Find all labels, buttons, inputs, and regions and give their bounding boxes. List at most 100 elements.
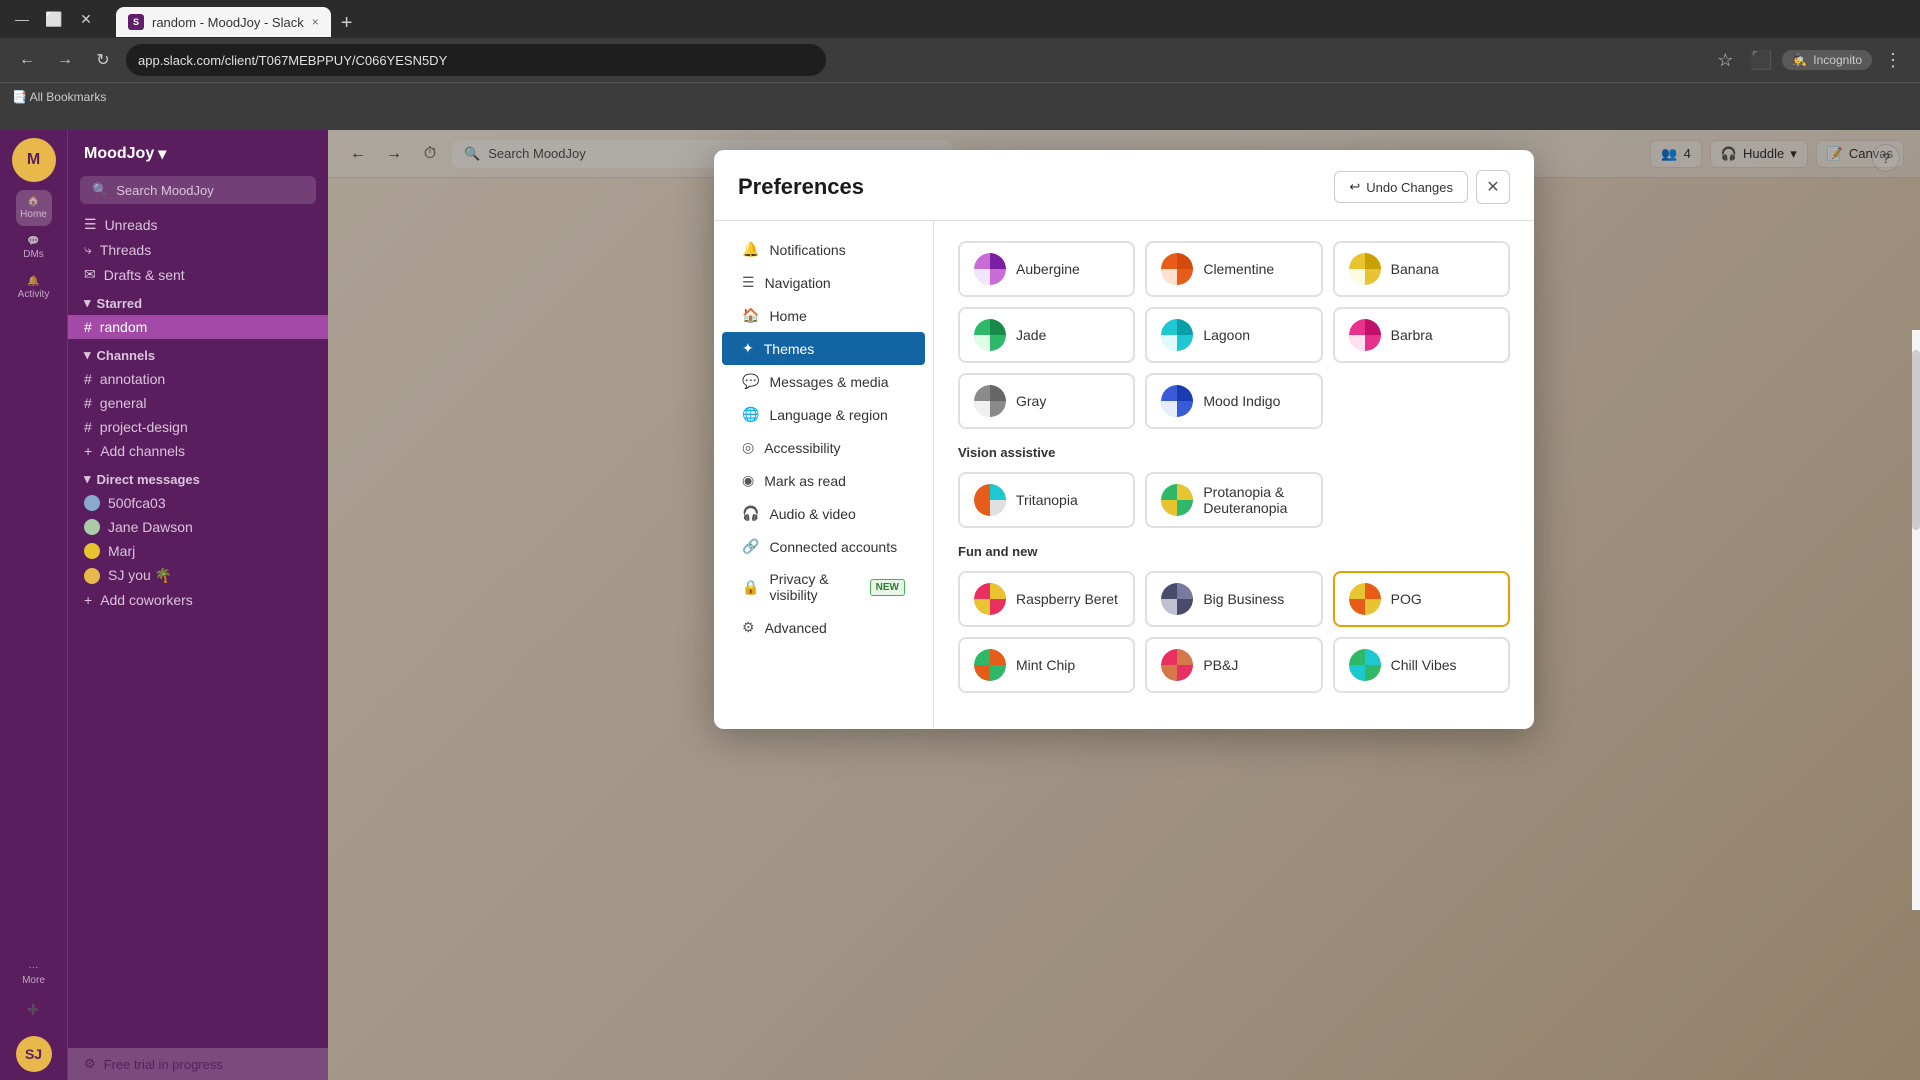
theme-card-mood-indigo[interactable]: Mood Indigo [1145,373,1322,429]
left-nav: M 🏠 Home 💬 DMs 🔔 Activity ··· More ➕ SJ [0,130,68,1080]
theme-name-pog: POG [1391,591,1422,607]
theme-card-lagoon[interactable]: Lagoon [1145,307,1322,363]
sidebar-search[interactable]: 🔍 Search MoodJoy [80,176,316,204]
theme-icon-mint-chip [974,649,1006,681]
pref-nav-themes[interactable]: ✦ Themes [722,332,925,365]
theme-icon-raspberry-beret [974,583,1006,615]
new-badge: NEW [870,579,905,596]
theme-card-raspberry-beret[interactable]: Raspberry Beret [958,571,1135,627]
sidebar-dm-jane[interactable]: Jane Dawson [68,515,328,539]
close-window-btn[interactable]: ✕ [72,5,100,33]
modal-body: 🔔 Notifications ☰ Navigation 🏠 Home [714,221,1534,729]
new-tab-btn[interactable]: + [333,10,361,37]
theme-name-protanopia: Protanopia & Deuteranopia [1203,484,1306,516]
url-text: app.slack.com/client/T067MEBPPUY/C066YES… [138,53,447,68]
close-modal-btn[interactable]: ✕ [1476,170,1510,204]
pref-nav-accessibility[interactable]: ◎ Accessibility [722,431,925,464]
free-trial-label: Free trial in progress [104,1057,223,1072]
theme-name-gray: Gray [1016,393,1046,409]
menu-btn[interactable]: ⋮ [1878,45,1908,75]
vision-themes-grid: Tritanopia Protanopia & Deuteranopia [958,472,1510,528]
pref-nav-audio-video[interactable]: 🎧 Audio & video [722,497,925,530]
theme-card-mint-chip[interactable]: Mint Chip [958,637,1135,693]
search-placeholder: Search MoodJoy [116,183,214,198]
sidebar-item-project-design[interactable]: # project-design [68,415,328,439]
theme-card-big-business[interactable]: Big Business [1145,571,1322,627]
sidebar-item-annotation[interactable]: # annotation [68,367,328,391]
channel-general: general [100,395,147,411]
sidebar-item-general[interactable]: # general [68,391,328,415]
reload-btn[interactable]: ↻ [88,45,118,75]
dm-section: ▾ Direct messages [68,463,328,491]
theme-icon-lagoon [1161,319,1193,351]
theme-card-tritanopia[interactable]: Tritanopia [958,472,1135,528]
dm-avatar-4 [84,568,100,584]
address-bar[interactable]: app.slack.com/client/T067MEBPPUY/C066YES… [126,44,826,76]
theme-card-pbj[interactable]: PB&J [1145,637,1322,693]
theme-card-clementine[interactable]: Clementine [1145,241,1322,297]
messages-icon: 💬 [742,373,759,390]
minimize-btn[interactable]: — [8,5,36,33]
theme-name-clementine: Clementine [1203,261,1274,277]
window-controls[interactable]: — ⬜ ✕ [8,5,100,33]
sidebar-item-drafts[interactable]: ✉ Drafts & sent [68,262,328,287]
pref-nav-privacy[interactable]: 🔒 Privacy & visibility NEW [722,563,925,611]
audio-icon: 🎧 [742,505,759,522]
sidebar-header: MoodJoy ▾ [68,130,328,172]
sidebar-item-unreads[interactable]: ☰ Unreads [68,212,328,237]
unreads-label: Unreads [105,217,158,233]
workspace-dropdown-icon: ▾ [158,144,166,164]
sidebar-item-add-channel[interactable]: + Add channels [68,439,328,463]
pref-nav-language[interactable]: 🌐 Language & region [722,398,925,431]
theme-card-jade[interactable]: Jade [958,307,1135,363]
nav-dms-btn[interactable]: 💬 DMs [16,230,52,266]
pref-nav-home[interactable]: 🏠 Home [722,299,925,332]
sidebar-dm-500fca03[interactable]: 500fca03 [68,491,328,515]
theme-card-banana[interactable]: Banana [1333,241,1510,297]
theme-card-protanopia[interactable]: Protanopia & Deuteranopia [1145,472,1322,528]
incognito-badge: 🕵 Incognito [1782,50,1872,70]
fun-new-label: Fun and new [958,544,1510,559]
theme-card-pog[interactable]: POG [1333,571,1510,627]
free-trial-bar[interactable]: ⚙ Free trial in progress [68,1048,328,1080]
standard-themes-grid: Aubergine Clementine [958,241,1510,429]
drafts-label: Drafts & sent [104,267,185,283]
theme-icon-jade [974,319,1006,351]
forward-btn[interactable]: → [50,45,80,75]
pref-nav-messages[interactable]: 💬 Messages & media [722,365,925,398]
theme-card-aubergine[interactable]: Aubergine [958,241,1135,297]
pref-nav-navigation[interactable]: ☰ Navigation [722,266,925,299]
modal-overlay: Preferences ↩ Undo Changes ✕ [328,130,1920,1080]
theme-card-gray[interactable]: Gray [958,373,1135,429]
theme-icon-gray [974,385,1006,417]
nav-activity-btn[interactable]: 🔔 Activity [16,270,52,306]
maximize-btn[interactable]: ⬜ [40,5,68,33]
theme-name-mint-chip: Mint Chip [1016,657,1075,673]
tab-close-btn[interactable]: × [312,15,319,29]
sidebar-dm-marj[interactable]: Marj [68,539,328,563]
nav-activity-label: Activity [18,289,50,300]
workspace-name[interactable]: MoodJoy ▾ [84,144,166,164]
nav-home-btn[interactable]: 🏠 Home [16,190,52,226]
pref-nav-connected[interactable]: 🔗 Connected accounts [722,530,925,563]
back-btn[interactable]: ← [12,45,42,75]
theme-card-barbra[interactable]: Barbra [1333,307,1510,363]
bookmark-btn[interactable]: ☆ [1710,45,1740,75]
sidebar-item-threads[interactable]: ⤷ Threads [68,237,328,262]
dm-chevron: ▾ [84,471,91,487]
pref-nav-advanced[interactable]: ⚙ Advanced [722,611,925,644]
theme-card-chill-vibes[interactable]: Chill Vibes [1333,637,1510,693]
sidebar-item-add-coworkers[interactable]: + Add coworkers [68,588,328,612]
nav-add-btn[interactable]: ➕ [16,992,52,1028]
undo-changes-btn[interactable]: ↩ Undo Changes [1334,171,1468,203]
workspace-avatar[interactable]: M [12,138,56,182]
sidebar-item-random[interactable]: # random [68,315,328,339]
extensions-btn[interactable]: ⬛ [1746,45,1776,75]
pref-nav-notifications[interactable]: 🔔 Notifications [722,233,925,266]
user-avatar[interactable]: SJ [16,1036,52,1072]
browser-tab[interactable]: S random - MoodJoy - Slack × [116,7,331,37]
hash-icon-project: # [84,419,92,435]
sidebar-dm-sj[interactable]: SJ you 🌴 [68,563,328,588]
pref-nav-mark-as-read[interactable]: ◉ Mark as read [722,464,925,497]
nav-more-btn[interactable]: ··· More [16,956,52,992]
